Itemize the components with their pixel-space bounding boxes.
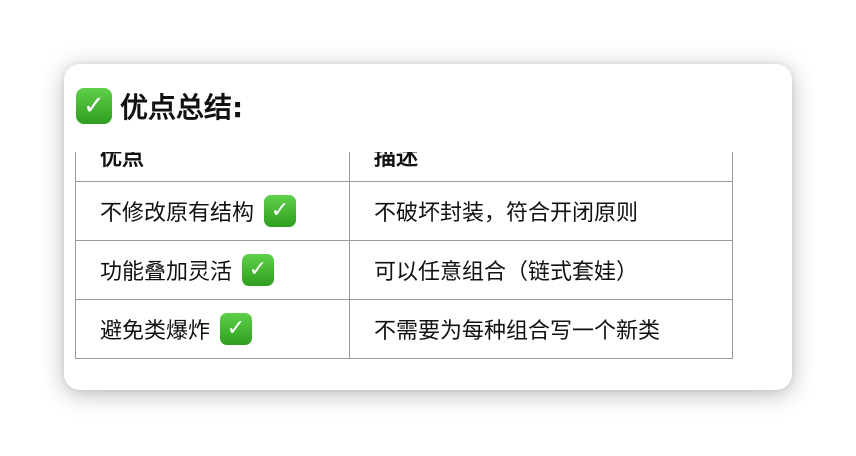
header-description: 描述 [349, 152, 733, 182]
advantage-text: 不修改原有结构 [100, 201, 255, 226]
advantages-table-viewport: 优点 描述 不修改原有结构 ✓ 不破坏封装，符合开闭原则 功能叠加灵活 ✓ 可以… [75, 152, 733, 362]
table-row: 功能叠加灵活 ✓ 可以任意组合（链式套娃） [75, 240, 733, 300]
advantage-cell: 避免类爆炸 ✓ [75, 299, 350, 359]
summary-heading: ✓ 优点总结: [76, 84, 243, 128]
table-header-row: 优点 描述 [75, 152, 733, 182]
description-cell: 不需要为每种组合写一个新类 [349, 299, 733, 359]
advantage-cell: 功能叠加灵活 ✓ [75, 240, 350, 300]
summary-card: ✓ 优点总结: 优点 描述 不修改原有结构 ✓ 不破坏封装，符合开闭原则 功能叠… [64, 64, 792, 390]
table-row: 不修改原有结构 ✓ 不破坏封装，符合开闭原则 [75, 181, 733, 241]
check-mark-button-icon: ✓ [76, 88, 112, 124]
advantage-text: 功能叠加灵活 [100, 260, 233, 285]
description-cell: 可以任意组合（链式套娃） [349, 240, 733, 300]
check-mark-button-icon: ✓ [242, 254, 275, 286]
description-cell: 不破坏封装，符合开闭原则 [349, 181, 733, 241]
header-advantage: 优点 [75, 152, 350, 182]
check-mark-button-icon: ✓ [264, 195, 297, 227]
check-mark-button-icon: ✓ [220, 313, 253, 345]
advantage-text: 避免类爆炸 [100, 319, 211, 344]
heading-text: 优点总结: [120, 91, 244, 124]
advantage-cell: 不修改原有结构 ✓ [75, 181, 350, 241]
table-row: 避免类爆炸 ✓ 不需要为每种组合写一个新类 [75, 299, 733, 359]
advantages-table: 优点 描述 不修改原有结构 ✓ 不破坏封装，符合开闭原则 功能叠加灵活 ✓ 可以… [75, 152, 733, 359]
